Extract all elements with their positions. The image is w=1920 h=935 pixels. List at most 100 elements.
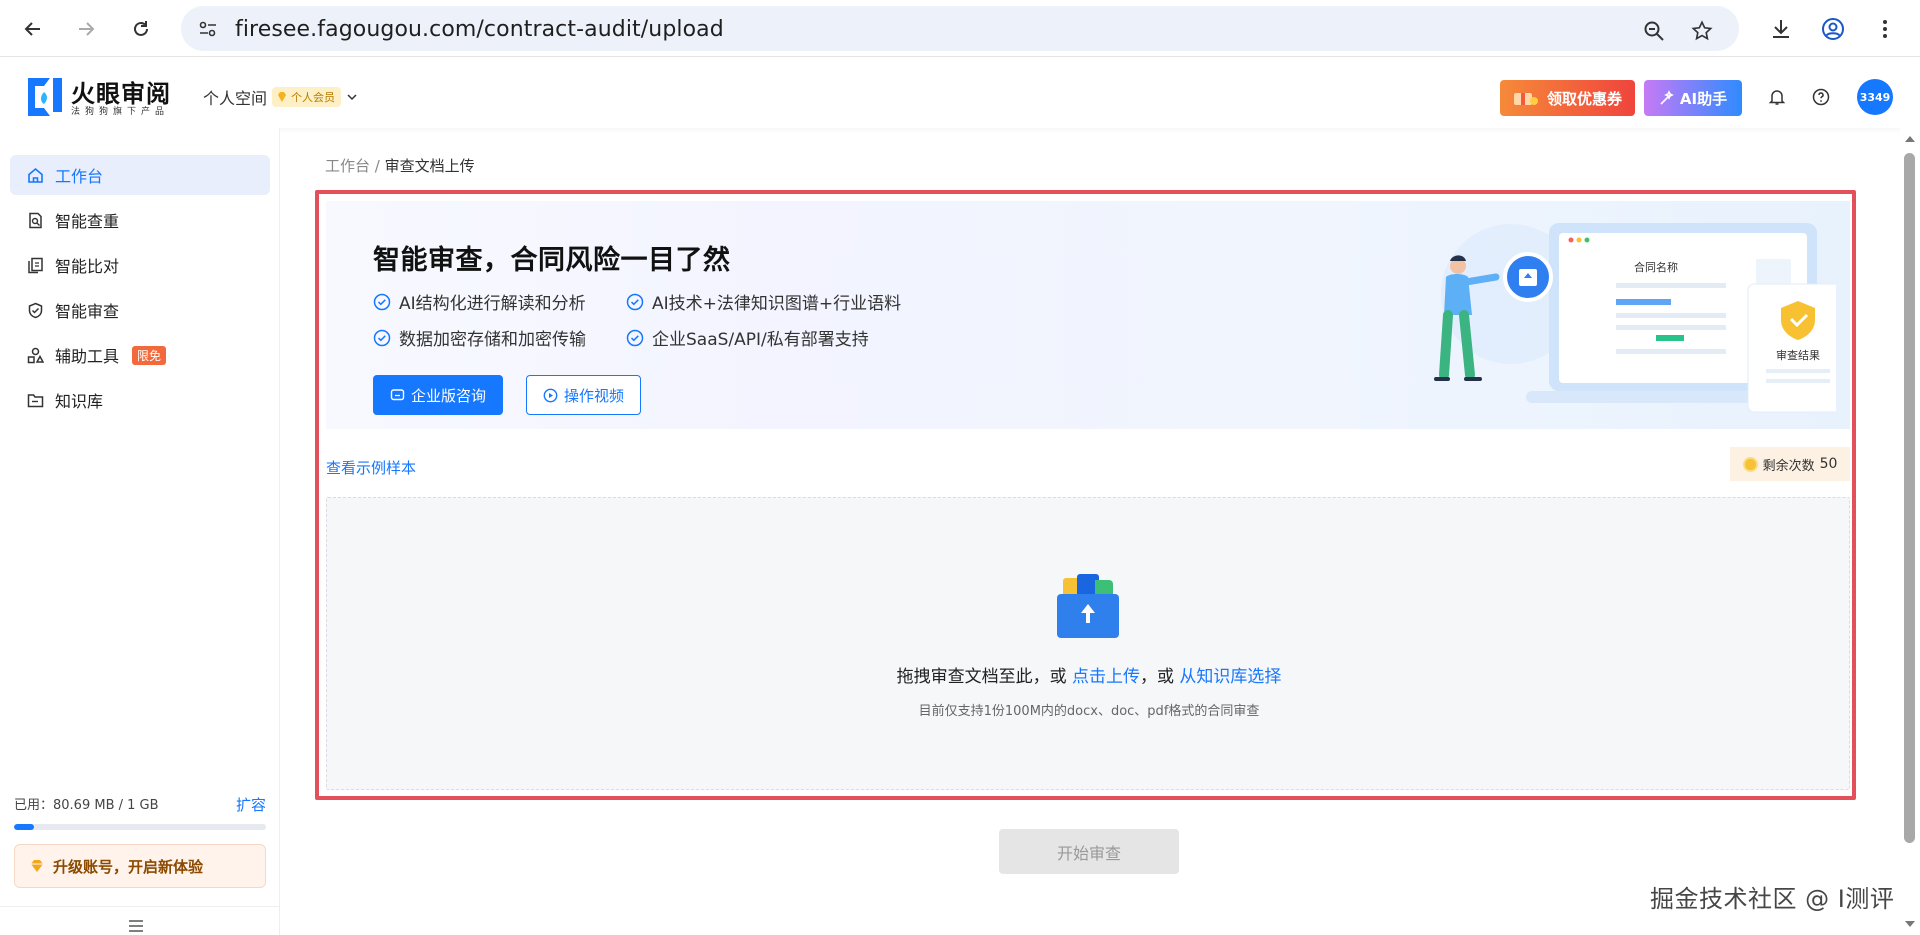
- collapse-sidebar-button[interactable]: [128, 918, 150, 934]
- site-settings-icon[interactable]: [197, 18, 219, 40]
- drop-instructions: 拖拽审查文档至此，或 点击上传，或 从知识库选择: [896, 667, 1282, 687]
- magic-wand-icon: [1660, 90, 1674, 105]
- chat-icon: [390, 388, 405, 400]
- contract-review-illustration: 合同名称 审查结果: [1434, 223, 1836, 413]
- folder-icon: [26, 391, 44, 409]
- sidebar-item-label: 智能比对: [55, 257, 120, 276]
- sidebar-item-compare[interactable]: 智能比对: [10, 245, 270, 285]
- play-circle-icon: [543, 388, 558, 402]
- reload-icon: [134, 21, 148, 36]
- breadcrumb-current: 审查文档上传: [384, 157, 475, 175]
- reload-button[interactable]: [125, 13, 157, 45]
- view-sample-link[interactable]: 查看示例样本: [326, 457, 416, 478]
- storage-usage: 已用：80.69 MB / 1 GB 扩容: [14, 794, 266, 830]
- scroll-down-arrow[interactable]: [1905, 921, 1915, 927]
- bookmark-button[interactable]: [1687, 16, 1717, 46]
- space-switcher[interactable]: 个人空间 个人会员: [203, 85, 358, 109]
- home-icon: [26, 166, 44, 184]
- format-hint: 目前仅支持1份100M内的docx、doc、pdf格式的合同审查: [918, 704, 1260, 719]
- account-icon: [1822, 18, 1844, 40]
- watermark: 掘金技术社区 @ I测评: [1650, 885, 1895, 913]
- url-text[interactable]: firesee.fagougou.com/contract-audit/uplo…: [235, 17, 724, 42]
- select-from-knowledge-base-link[interactable]: 从知识库选择: [1179, 667, 1281, 687]
- svg-text:审查结果: 审查结果: [1776, 348, 1820, 362]
- feature-item: 数据加密存储和加密传输: [373, 325, 586, 350]
- menu-icon: [129, 920, 143, 932]
- doc-search-icon: [26, 211, 44, 229]
- address-bar[interactable]: firesee.fagougou.com/contract-audit/uplo…: [181, 6, 1739, 51]
- browser-menu-button[interactable]: [1869, 13, 1901, 45]
- sidebar-item-label: 辅助工具: [55, 347, 120, 366]
- sidebar-item-review[interactable]: 智能审查: [10, 290, 270, 330]
- breadcrumb: 工作台 / 审查文档上传: [325, 157, 475, 175]
- user-avatar[interactable]: 3349: [1857, 79, 1893, 115]
- coupon-button[interactable]: 领取优惠券: [1500, 80, 1635, 116]
- sidebar-item-label: 智能查重: [55, 212, 120, 231]
- file-dropzone[interactable]: 拖拽审查文档至此，或 点击上传，或 从知识库选择 目前仅支持1份100M内的do…: [326, 497, 1850, 790]
- diamond-icon: [278, 92, 287, 102]
- feature-item: AI结构化进行解读和分析: [373, 289, 586, 314]
- free-tag: 限免: [132, 345, 167, 365]
- app-header: 火眼审阅 法狗狗旗下产品 个人空间 个人会员 领取优惠券 AI助手 3349: [0, 58, 1920, 128]
- shield-icon: [26, 301, 44, 319]
- sidebar-item-tools[interactable]: 辅助工具 限免: [10, 335, 270, 375]
- upgrade-account-banner[interactable]: 升级账号，开启新体验: [14, 844, 266, 888]
- question-icon: [1812, 88, 1830, 106]
- scroll-thumb[interactable]: [1904, 153, 1915, 843]
- notification-button[interactable]: [1766, 86, 1788, 108]
- page-scrollbar[interactable]: [1900, 128, 1920, 935]
- banner-title: 智能审查，合同风险一目了然: [373, 245, 731, 276]
- diamond-icon: [31, 860, 43, 872]
- storage-progress-bar: [14, 824, 266, 830]
- zoom-out-icon: [1644, 21, 1664, 41]
- start-review-button[interactable]: 开始审查: [999, 829, 1179, 874]
- breadcrumb-root[interactable]: 工作台: [325, 157, 370, 175]
- remaining-count-badge: 剩余次数 50: [1730, 447, 1850, 481]
- browser-toolbar: firesee.fagougou.com/contract-audit/uplo…: [0, 0, 1920, 57]
- chevron-down-icon: [347, 94, 357, 101]
- logo-subtitle: 法狗狗旗下产品: [71, 107, 170, 117]
- sidebar-item-label: 智能审查: [55, 302, 120, 321]
- back-button[interactable]: [17, 13, 49, 45]
- upload-panel: 智能审查，合同风险一目了然 AI结构化进行解读和分析 AI技术+法律知识图谱+行…: [315, 190, 1856, 800]
- bell-icon: [1768, 90, 1786, 105]
- space-label: 个人空间: [203, 89, 268, 108]
- folder-upload-icon: [1057, 574, 1119, 638]
- ai-assistant-button[interactable]: AI助手: [1644, 80, 1742, 116]
- sidebar-item-label: 知识库: [55, 392, 104, 411]
- arrow-right-icon: [79, 22, 95, 36]
- coin-icon: [1742, 456, 1758, 472]
- compare-icon: [26, 256, 44, 274]
- sidebar: 工作台 智能查重 智能比对 智能审查 辅助工具 限免 知识库 已用：80.69 …: [0, 128, 280, 935]
- feature-item: AI技术+法律知识图谱+行业语料: [626, 289, 901, 314]
- download-button[interactable]: [1765, 13, 1797, 45]
- tutorial-video-button[interactable]: 操作视频: [526, 375, 641, 415]
- scroll-up-arrow[interactable]: [1905, 136, 1915, 142]
- promo-banner: 智能审查，合同风险一目了然 AI结构化进行解读和分析 AI技术+法律知识图谱+行…: [326, 201, 1850, 429]
- sidebar-item-workbench[interactable]: 工作台: [10, 155, 270, 195]
- tools-icon: [26, 346, 44, 364]
- gift-icon: [1513, 93, 1538, 105]
- vip-badge: 个人会员: [272, 87, 342, 107]
- enterprise-consult-button[interactable]: 企业版咨询: [373, 375, 503, 415]
- storage-used-text: 已用：80.69 MB / 1 GB: [14, 798, 159, 813]
- help-button[interactable]: [1810, 86, 1832, 108]
- click-upload-link[interactable]: 点击上传: [1072, 667, 1140, 687]
- sidebar-item-duplicate-check[interactable]: 智能查重: [10, 200, 270, 240]
- check-circle-icon: [373, 293, 391, 310]
- zoom-button[interactable]: [1639, 16, 1669, 46]
- storage-progress-fill: [14, 824, 34, 830]
- logo[interactable]: 火眼审阅 法狗狗旗下产品: [26, 74, 181, 117]
- sidebar-item-knowledge-base[interactable]: 知识库: [10, 380, 270, 420]
- profile-button[interactable]: [1817, 13, 1849, 45]
- check-circle-icon: [626, 293, 644, 310]
- forward-button[interactable]: [70, 13, 102, 45]
- logo-icon: [28, 78, 62, 116]
- svg-text:合同名称: 合同名称: [1634, 260, 1678, 274]
- divider: [0, 906, 280, 907]
- expand-storage-link[interactable]: 扩容: [236, 794, 266, 815]
- check-circle-icon: [626, 329, 644, 346]
- download-icon: [1773, 20, 1789, 38]
- more-vertical-icon: [1883, 20, 1887, 38]
- sidebar-item-label: 工作台: [55, 167, 104, 186]
